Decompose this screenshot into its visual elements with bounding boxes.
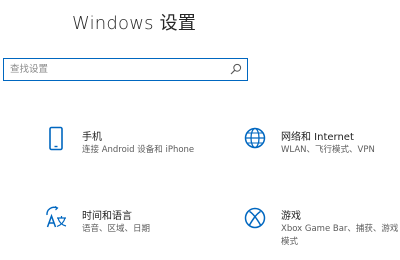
- settings-tile-network[interactable]: 网络和 Internet WLAN、飞行模式、VPN: [244, 126, 400, 162]
- tile-description: Xbox Game Bar、捕获、游戏模式: [281, 224, 399, 247]
- settings-window: Windows 设置 手机 连接 Android 设备和 iPhone 网络和 …: [0, 0, 400, 260]
- tile-description: 连接 Android 设备和 iPhone: [82, 145, 195, 155]
- page-title: Windows 设置: [72, 13, 197, 34]
- globe-icon: [244, 127, 266, 149]
- phone-icon: [49, 126, 63, 151]
- settings-tile-time-language[interactable]: 时间和语言 语音、区域、日期: [45, 205, 235, 241]
- search-icon[interactable]: [230, 63, 242, 75]
- tile-description: 语音、区域、日期: [82, 224, 151, 234]
- time-language-icon: [46, 205, 67, 228]
- search-box[interactable]: [3, 58, 248, 81]
- tile-description: WLAN、飞行模式、VPN: [281, 145, 375, 155]
- tile-title: 游戏: [281, 211, 301, 222]
- tile-title: 手机: [82, 132, 102, 143]
- tile-title: 时间和语言: [82, 211, 132, 222]
- xbox-icon: [244, 207, 266, 229]
- tile-title: 网络和 Internet: [281, 132, 354, 143]
- settings-tile-phone[interactable]: 手机 连接 Android 设备和 iPhone: [45, 126, 235, 162]
- settings-tile-gaming[interactable]: 游戏 Xbox Game Bar、捕获、游戏模式: [244, 205, 400, 250]
- search-input[interactable]: [10, 61, 228, 78]
